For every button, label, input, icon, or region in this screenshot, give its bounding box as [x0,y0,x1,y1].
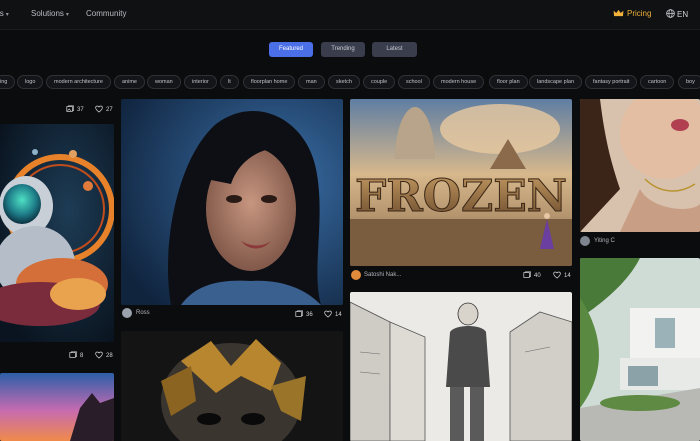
woman-closeup-artwork [580,99,700,232]
gallery-card-sunset[interactable] [0,373,114,441]
nav-label: Solutions [31,9,64,18]
likes-count-value: 28 [106,353,113,359]
avatar[interactable] [122,308,132,318]
modern-house-artwork [580,258,700,441]
images-count: 40 [523,271,541,279]
pricing-label: Pricing [627,9,652,18]
heart-icon [95,351,103,359]
frozen-title-text: FROZEN [355,171,567,222]
author-name[interactable]: Ross [136,310,150,316]
image-stack-icon [66,105,74,112]
likes-count[interactable]: 28 [95,351,113,359]
gallery-card-modern-house[interactable] [580,258,700,441]
nav-item-tools[interactable]: ls▾ [0,9,9,18]
images-count-value: 37 [77,107,84,113]
gallery-card-frozen[interactable]: FROZEN [350,99,572,266]
tag-chip[interactable]: cartoon [640,75,675,89]
tag-chip[interactable]: man [298,75,325,89]
astronaut-artwork [0,124,114,342]
heart-icon [95,105,103,113]
sunset-artwork [0,373,114,441]
nav-item-community[interactable]: Community [86,9,126,18]
gold-face-artwork [121,331,343,441]
nav-label: Community [86,9,127,18]
language-label: EN [677,10,689,19]
heart-icon [324,310,332,318]
woman-portrait-artwork [121,99,343,305]
avatar[interactable] [351,270,361,280]
chevron-down-icon: ▾ [65,12,69,18]
likes-count-value: 27 [106,107,113,113]
tag-chip[interactable]: woman [147,75,181,89]
heart-icon [553,271,561,279]
tag-chip[interactable]: couple [363,75,396,89]
images-count: 36 [295,310,313,318]
likes-count[interactable]: 14 [553,271,571,279]
nav-label: ls [0,9,4,18]
gallery-card-woman-closeup[interactable] [580,99,700,232]
images-count: 37 [66,105,84,113]
crown-icon [613,9,624,17]
gallery-card-portrait-woman[interactable] [121,99,343,305]
likes-count-value: 14 [335,312,342,318]
tag-chip[interactable]: boy [678,75,700,89]
image-stack-icon [523,271,531,278]
tag-chip[interactable]: modern house [433,75,485,89]
tag-chip[interactable]: floorplan home [243,75,296,89]
pricing-link[interactable]: Pricing [613,9,651,18]
tag-chip[interactable]: logo [17,75,44,89]
gallery-card-gold-face[interactable] [121,331,343,441]
tab-trending[interactable]: Trending [321,42,365,57]
author-name[interactable]: Yiting C [594,238,615,244]
top-navbar: ls▾ Solutions▾ Community Pricing EN [0,0,700,30]
images-count-value: 40 [534,273,541,279]
tag-chip[interactable]: landscape plan [529,75,583,89]
tab-latest[interactable]: Latest [372,42,417,57]
image-stack-icon [69,351,77,358]
author-name[interactable]: Satoshi Nak... [364,272,401,278]
frozen-artwork: FROZEN [350,99,572,266]
images-count-value: 8 [80,353,84,359]
tag-chip[interactable]: school [398,75,430,89]
globe-icon [666,9,675,18]
tag-chip[interactable]: anime [114,75,145,89]
likes-count-value: 14 [564,273,571,279]
tag-chip[interactable]: interior [184,75,217,89]
nav-item-solutions[interactable]: Solutions ▾ [31,9,69,18]
tab-featured[interactable]: Featured [269,42,313,57]
tag-chip[interactable]: lt [220,75,239,89]
images-count: 8 [69,351,83,359]
gallery-card-sketch-girl[interactable] [350,292,572,441]
tag-chip[interactable]: floor plan [489,75,528,89]
likes-count[interactable]: 27 [95,105,113,113]
tag-chip[interactable]: ing [0,75,16,89]
chevron-down-icon: ▾ [5,12,9,18]
sketch-girl-artwork [350,292,572,441]
image-stack-icon [295,310,303,317]
language-selector[interactable]: EN [666,9,688,19]
avatar[interactable] [580,236,590,246]
gallery-card-astronaut[interactable] [0,124,114,342]
likes-count[interactable]: 14 [324,310,342,318]
tag-chip[interactable]: fantasy portrait [585,75,638,89]
tag-chip[interactable]: sketch [328,75,360,89]
tag-chip[interactable]: modern architecture [46,75,111,89]
images-count-value: 36 [306,312,313,318]
